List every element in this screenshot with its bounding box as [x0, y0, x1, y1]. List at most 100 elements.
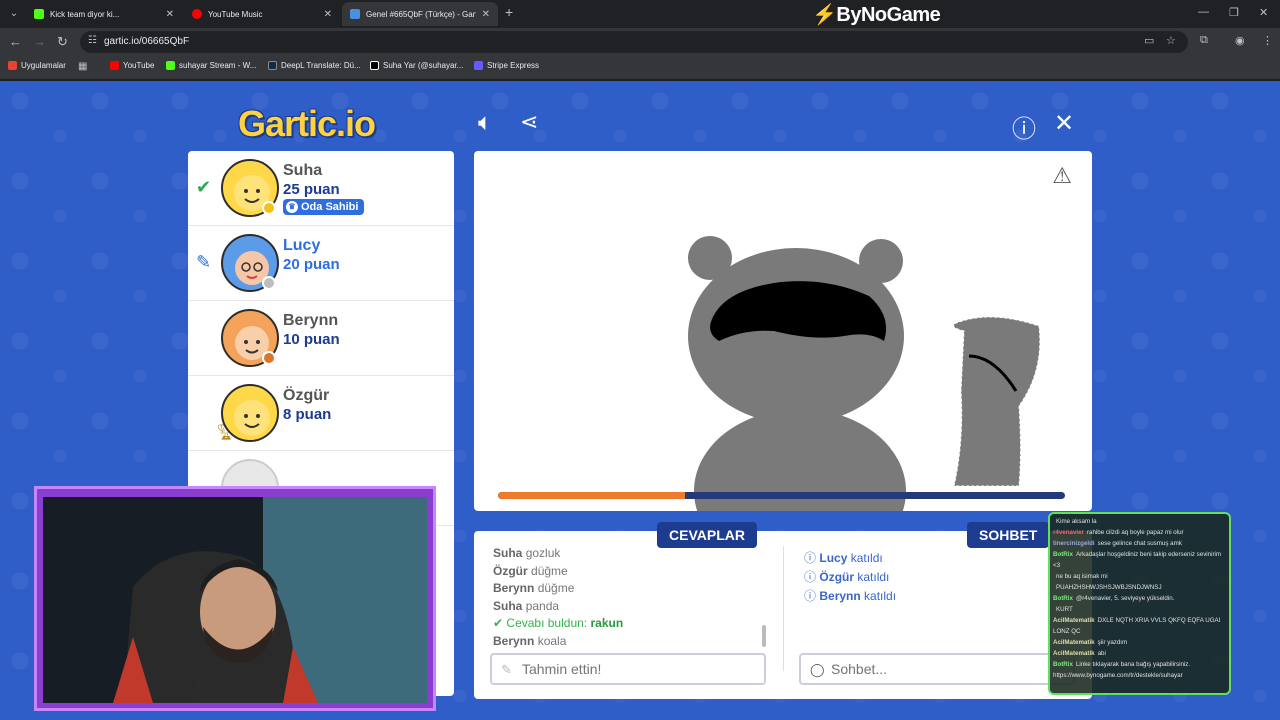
player-row[interactable]: ✎ Lucy 20 puan [188, 226, 454, 301]
player-row[interactable]: 🏆︎ Özgür 8 puan [188, 376, 454, 451]
tiktok-icon [370, 61, 379, 70]
close-game-icon[interactable]: ✕ [1054, 109, 1074, 138]
player-row[interactable]: Berynn 10 puan [188, 301, 454, 376]
player-row[interactable]: ✔ Suha 25 puan ♛ Oda Sahibi [188, 151, 454, 226]
answer-user: Berynn [493, 581, 535, 595]
drawing-canvas[interactable]: ⚠ [474, 151, 1092, 511]
tab-label: YouTube Music [208, 9, 263, 19]
chat-user: Berynn [819, 589, 861, 603]
tab-search-icon[interactable]: ⌄ [4, 4, 24, 24]
close-icon[interactable]: ✕ [324, 9, 332, 20]
stream-chat-line: ne bu aq isimak mi [1053, 571, 1226, 582]
info-circle-icon: ⓘ [804, 570, 817, 584]
browser-toolbar: ← → ↻ ☷ gartic.io/06665QbF ▭ ☆ ⧉ ◉ ⋮ [0, 28, 1280, 56]
deepl-icon [268, 61, 277, 70]
bookmarks-bar: Uygulamalar ▦ YouTube suhayar Stream - W… [0, 56, 1280, 80]
close-window-icon[interactable]: ✕ [1259, 6, 1268, 19]
stream-chat-text: PUAHZHSHWJSHSJWBJSNDJWNSJ [1056, 584, 1162, 591]
status-dot [262, 351, 276, 365]
answer-user: Berynn [493, 633, 535, 648]
chat-text: katıldı [864, 589, 897, 603]
drawing-pencil-icon: ✎ [196, 252, 212, 272]
gartic-favicon-icon [350, 9, 360, 19]
tab-youtube-music[interactable]: YouTube Music ✕ [184, 2, 340, 26]
chat-item: ⓘ Berynn katıldı [804, 587, 896, 606]
stream-chat-line: BotRix Arkadaşlar hoşgeldiniz beni takip … [1053, 549, 1226, 571]
address-bar[interactable]: ☷ gartic.io/06665QbF [80, 31, 1188, 53]
timer-bar [498, 492, 1065, 499]
bookmark-deepl[interactable]: DeepL Translate: Dü... [268, 61, 361, 70]
new-tab-icon[interactable]: + [505, 4, 513, 20]
bookmark-grid[interactable]: ▦ [78, 61, 87, 72]
bookmark-stripe[interactable]: Stripe Express [474, 61, 539, 70]
kick-favicon-icon [34, 9, 44, 19]
close-icon[interactable]: ✕ [482, 9, 490, 20]
answer-text: düğme [537, 581, 575, 595]
pencil-icon: ✎ [501, 662, 512, 677]
crown-icon: ♛ [286, 201, 298, 213]
guess-input[interactable] [492, 655, 764, 683]
stream-chat-text: sese gelince chat susmuş amk [1097, 540, 1182, 547]
stream-chat-line: AcilMatematik şiir yazdım [1053, 637, 1226, 648]
info-icon[interactable]: ⓘ [1012, 109, 1036, 144]
chat-input[interactable] [801, 655, 1073, 683]
minimize-icon[interactable]: — [1198, 6, 1209, 18]
site-info-icon[interactable]: ☷ [88, 35, 97, 46]
bynogame-mark-icon: ⚡ [812, 4, 837, 26]
bookmark-tiktok[interactable]: Suha Yar (@suhayar... [370, 61, 463, 70]
webcam-overlay [34, 486, 436, 711]
sound-icon[interactable]: 🔈︎ [478, 109, 492, 137]
reload-icon[interactable]: ↻ [57, 34, 68, 50]
cast-icon[interactable]: ▭ [1144, 34, 1154, 47]
bookmark-youtube[interactable]: YouTube [110, 61, 154, 70]
bookmark-kick[interactable]: suhayar Stream - W... [166, 61, 256, 70]
stream-chat-user: AcilMatematik [1053, 617, 1095, 624]
stream-chat-text: rahibe cilzdi aq boyle papaz mi olur [1086, 529, 1184, 536]
url-text: gartic.io/06665QbF [104, 36, 190, 47]
stream-chat-text: şiir yazdım [1097, 639, 1128, 646]
stream-chat-text: Arkadaşlar hoşgeldiniz beni takip ederse… [1053, 551, 1222, 569]
forward-icon[interactable]: → [33, 34, 46, 49]
report-warning-icon[interactable]: ⚠ [1052, 163, 1072, 189]
chat-field[interactable]: ◯ [799, 653, 1075, 685]
profile-icon[interactable]: ◉ [1235, 34, 1245, 47]
webcam-video [43, 497, 427, 703]
bookmark-apps[interactable]: Uygulamalar [8, 61, 66, 70]
streamer-video [43, 497, 427, 703]
stripe-icon [474, 61, 483, 70]
chat-user: Lucy [819, 551, 848, 565]
answers-list: Suha gozluk Özgür düğme Berynn düğme Suh… [493, 545, 763, 650]
bookmark-label: DeepL Translate: Dü... [281, 61, 361, 70]
chat-text: katıldı [850, 551, 883, 565]
tab-label: Kick team diyor ki... [50, 9, 120, 19]
stream-chat-text: Kime aksam la [1056, 518, 1097, 525]
stream-chat-line: BotRix @r4venavier, 5. seviyeye yükseldin… [1053, 593, 1226, 604]
answers-scrollbar[interactable] [762, 625, 766, 647]
back-icon[interactable]: ← [9, 34, 22, 49]
answer-found: ✔ Cevabı buldun: rakun [493, 615, 763, 633]
apps-icon [8, 61, 17, 70]
stream-chat-user: BotRix [1053, 661, 1073, 668]
stream-chat-user: AcilMatematik [1053, 639, 1095, 646]
bookmark-label: Uygulamalar [21, 61, 66, 70]
extensions-icon[interactable]: ⧉ [1200, 34, 1208, 47]
share-icon[interactable]: ⋖ [520, 109, 538, 135]
answer-text: gozluk [525, 546, 561, 560]
bynogame-label: ByNoGame [836, 4, 941, 26]
menu-icon[interactable]: ⋮ [1262, 34, 1273, 47]
found-answer: rakun [590, 616, 624, 630]
info-circle-icon: ⓘ [804, 551, 817, 565]
host-badge: ♛ Oda Sahibi [283, 199, 365, 215]
stream-chat-line: KURT [1053, 604, 1226, 615]
stream-chat-text: KURT [1056, 606, 1073, 613]
close-icon[interactable]: ✕ [166, 9, 174, 20]
bookmark-star-icon[interactable]: ☆ [1166, 34, 1176, 47]
tab-gartic[interactable]: Genel #665QbF (Türkçe) - Garti ✕ [342, 2, 498, 26]
tab-kick[interactable]: Kick team diyor ki... ✕ [26, 2, 182, 26]
restore-icon[interactable]: ❐ [1229, 6, 1239, 19]
answers-chat-panel: CEVAPLAR SOHBET Suha gozluk Özgür düğme … [474, 522, 1092, 699]
stream-chat-user: BotRix [1053, 551, 1073, 558]
chat-tab[interactable]: SOHBET [967, 522, 1050, 548]
guess-field[interactable]: ✎ [490, 653, 766, 685]
info-circle-icon: ⓘ [804, 589, 817, 603]
